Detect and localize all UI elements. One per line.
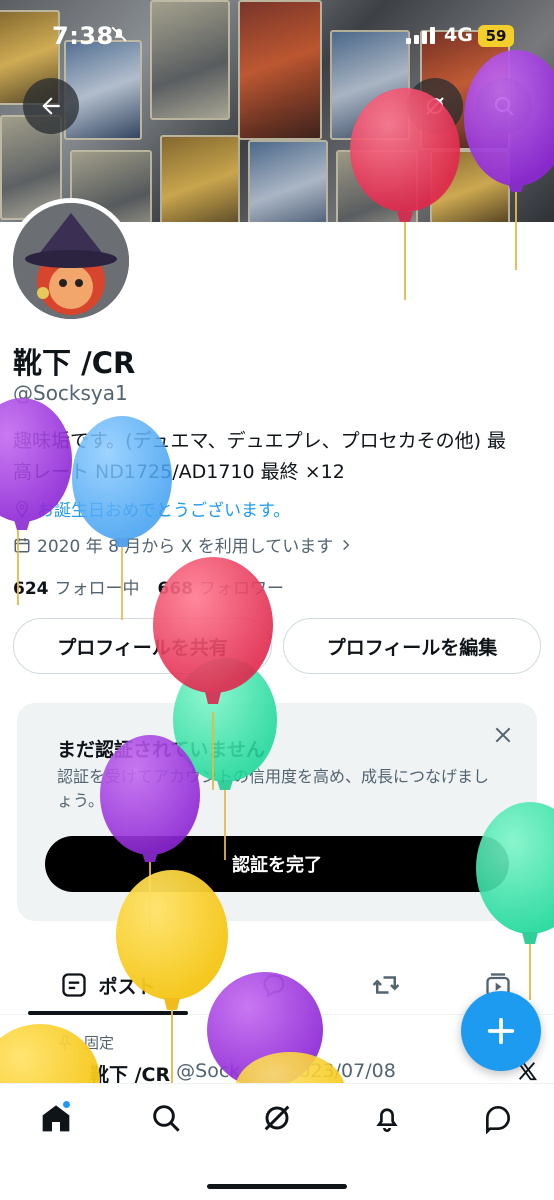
posts-icon <box>62 973 87 997</box>
tab-posts[interactable]: ポスト <box>28 955 188 1015</box>
bio-line: 趣味垢です。(デュエマ、デュエプレ、プロセカその他) 最 <box>13 430 507 452</box>
joined-text: 2020 年 8 月から X を利用しています <box>37 537 334 557</box>
handle: @Socksya1 <box>13 381 128 405</box>
bell-muted-icon <box>110 25 128 47</box>
network-type: 4G <box>444 24 473 46</box>
envelope-icon <box>486 1105 510 1134</box>
search-icon <box>153 1105 180 1132</box>
tab-posts-label: ポスト <box>98 975 156 998</box>
status-time: 7:38 <box>52 22 114 50</box>
tab-reposts[interactable] <box>356 955 416 1015</box>
bell-icon <box>376 1108 398 1132</box>
verification-title: まだ認証されていません <box>57 739 265 761</box>
avatar[interactable] <box>8 198 134 324</box>
repost-icon <box>372 976 400 994</box>
following-label: フォロー中 <box>54 579 140 599</box>
complete-verification-button[interactable]: 認証を完了 <box>45 836 509 892</box>
plus-icon <box>487 1017 515 1045</box>
verification-description: 認証を受けてアカウントの信用度を高め、成長につなげましょう。 <box>57 767 490 810</box>
birthday-text: お誕生日おめでとうございます。 <box>37 501 291 521</box>
reply-icon <box>263 974 285 998</box>
pinned-text: 固定 <box>84 1034 115 1052</box>
grok-button[interactable] <box>407 78 463 134</box>
following-count: 624 <box>13 579 49 599</box>
battery-badge: 59 <box>478 25 514 47</box>
followers-link[interactable]: 668 フォロワー <box>158 574 285 599</box>
display-name: 靴下 /CR <box>13 346 136 380</box>
status-bar: 7:38 4G 59 <box>0 0 554 60</box>
calendar-icon <box>14 537 30 552</box>
close-button[interactable] <box>493 725 513 749</box>
followers-label: フォロワー <box>199 579 284 599</box>
birthday-line: お誕生日おめでとうございます。 <box>13 496 290 521</box>
verification-card: まだ認証されていません 認証を受けてアカウントの信用度を高め、成長につなげましょ… <box>17 703 537 921</box>
bio-line: 高レート ND1725/AD1710 最終 ×12 <box>13 461 345 483</box>
nav-messages[interactable] <box>468 1098 528 1138</box>
back-button[interactable] <box>23 78 79 134</box>
grok-icon <box>426 97 444 115</box>
nav-home[interactable] <box>26 1098 86 1138</box>
nav-search[interactable] <box>136 1098 196 1138</box>
joined-line[interactable]: 2020 年 8 月から X を利用しています <box>13 532 353 557</box>
followers-count: 668 <box>157 579 194 599</box>
bottom-navigation <box>0 1083 554 1200</box>
following-link[interactable]: 624 フォロー中 <box>13 574 140 599</box>
edit-profile-button[interactable]: プロフィールを編集 <box>283 618 541 674</box>
grok-icon <box>264 1105 290 1131</box>
close-icon <box>495 727 511 743</box>
search-icon <box>494 96 514 116</box>
nav-notifications[interactable] <box>357 1098 417 1138</box>
bio: 趣味垢です。(デュエマ、デュエプレ、プロセカその他) 最 高レート ND1725… <box>13 426 543 488</box>
nav-grok[interactable] <box>247 1098 307 1138</box>
share-profile-button[interactable]: プロフィールを共有 <box>13 618 272 674</box>
home-indicator <box>207 1184 347 1189</box>
arrow-left-icon <box>42 97 60 115</box>
follow-stats: 624 フォロー中 668 フォロワー <box>13 574 284 599</box>
pinned-label: 固定 <box>56 1032 114 1053</box>
compose-button[interactable] <box>461 991 541 1071</box>
pin-icon <box>58 1035 72 1050</box>
search-button[interactable] <box>476 78 532 134</box>
signal-icon <box>406 26 435 44</box>
notification-dot <box>62 1100 71 1109</box>
chevron-right-icon <box>343 539 350 550</box>
location-pin-icon <box>16 500 28 518</box>
tab-replies[interactable] <box>244 955 304 1015</box>
